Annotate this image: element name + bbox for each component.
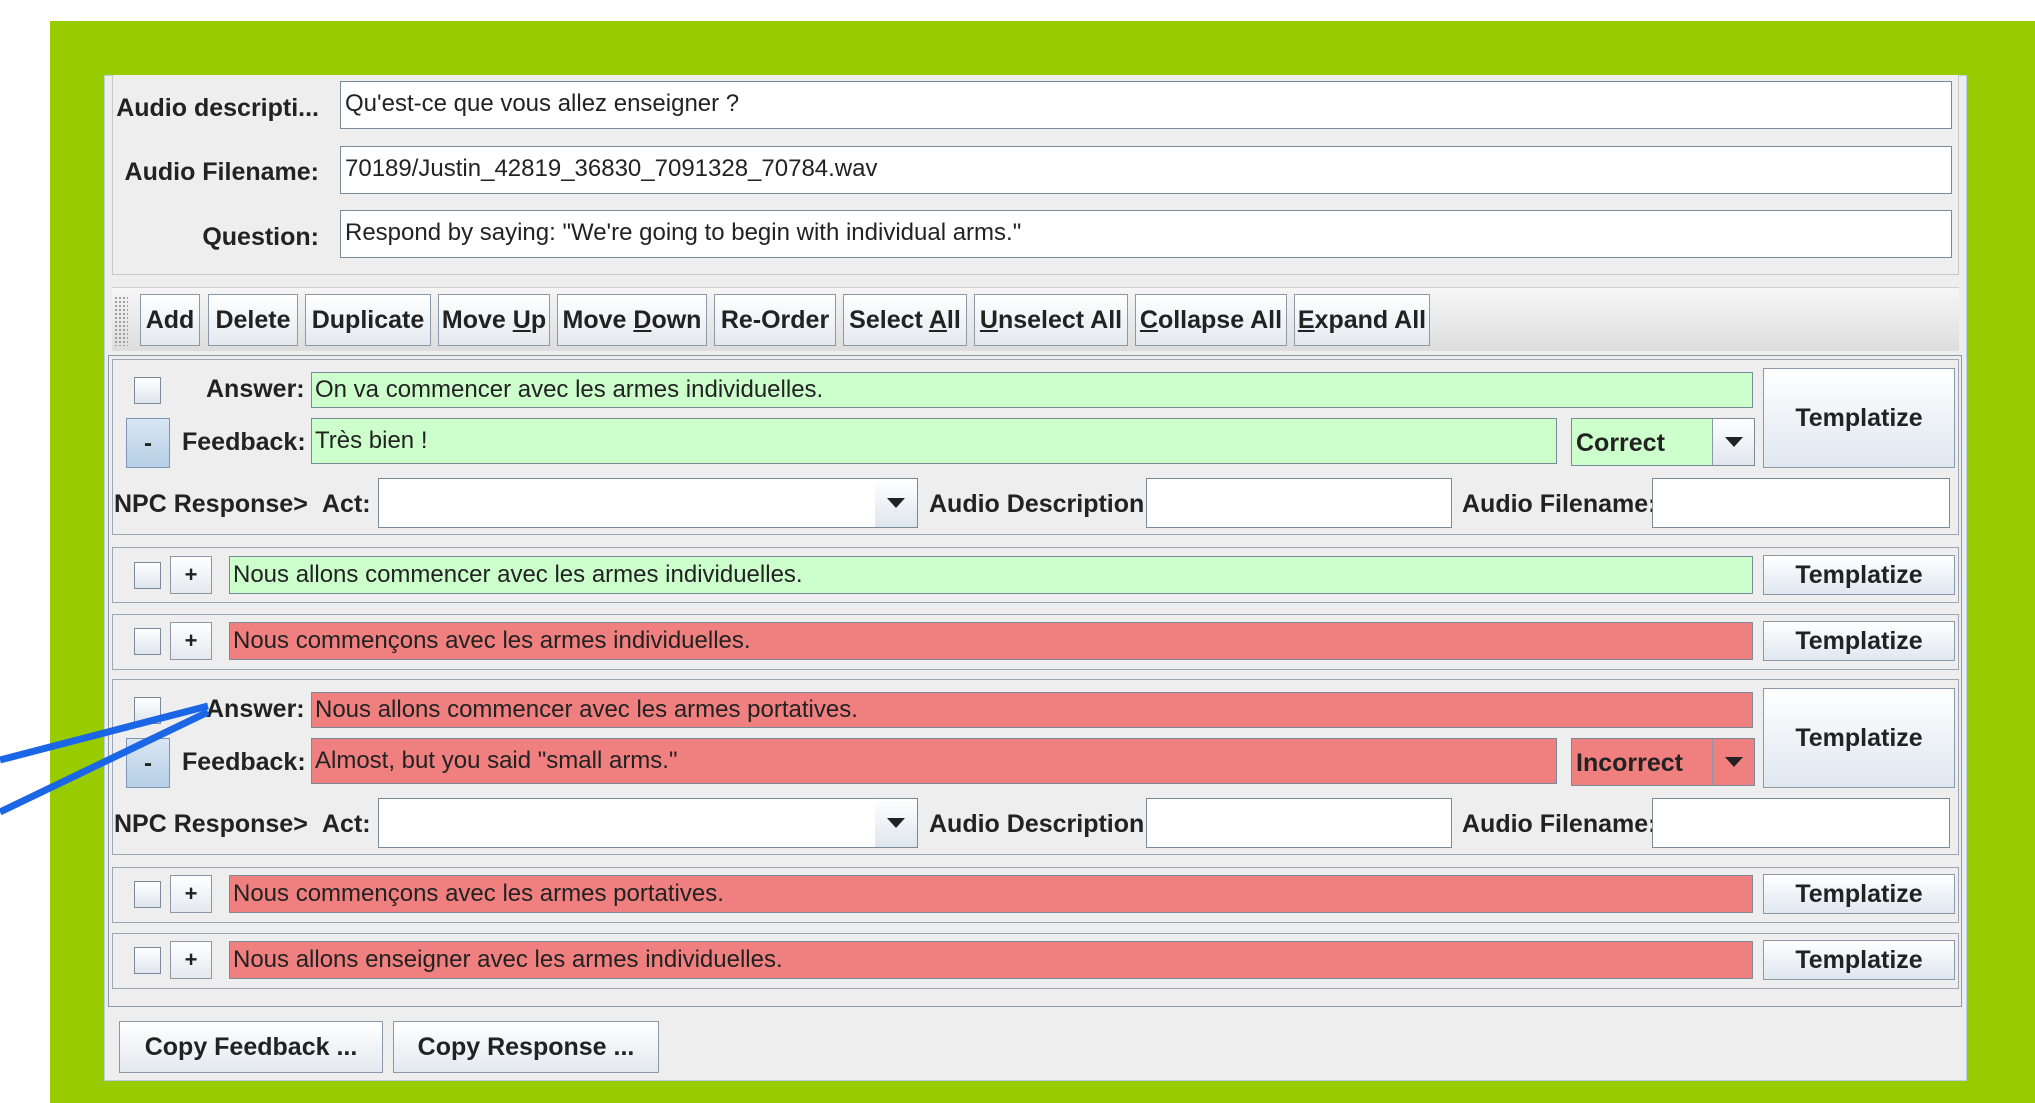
arrow-line-upper (0, 702, 209, 764)
annotation-arrow (0, 702, 210, 816)
arrow-line-lower (0, 708, 210, 816)
